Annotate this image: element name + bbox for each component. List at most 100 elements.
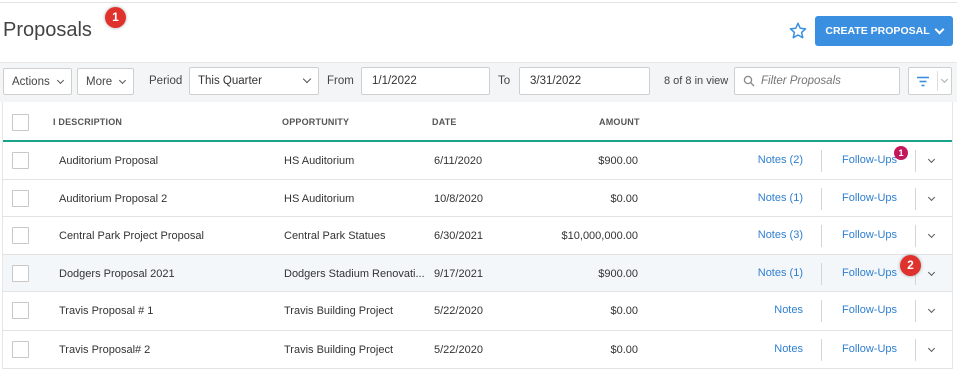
filter-button[interactable]: [908, 67, 952, 95]
follow-ups-link[interactable]: Follow-Ups: [842, 343, 897, 355]
chevron-down-icon[interactable]: [927, 230, 936, 239]
table-row[interactable]: Auditorium Proposal HS Auditorium 6/11/202…: [3, 142, 952, 180]
table-row[interactable]: Dodgers Proposal 2021 Dodgers Stadium Ren…: [3, 255, 952, 292]
cell-amount: $900.00: [598, 155, 638, 167]
cell-opportunity[interactable]: Travis Building Project: [284, 344, 393, 356]
table-row[interactable]: Travis Proposal # 1 Travis Building Proje…: [3, 292, 952, 331]
chevron-down-icon[interactable]: [927, 155, 936, 164]
to-date-input[interactable]: 3/31/2022: [519, 67, 650, 95]
column-divider: [821, 339, 822, 361]
cell-amount: $10,000,000.00: [561, 230, 638, 242]
column-header-description[interactable]: I DESCRIPTION: [53, 117, 122, 127]
from-label: From: [327, 75, 354, 87]
search-icon: [743, 75, 755, 87]
row-checkbox[interactable]: [12, 227, 29, 244]
cell-description[interactable]: Central Park Project Proposal: [59, 230, 204, 242]
follow-ups-link[interactable]: Follow-Ups: [842, 154, 897, 166]
filter-icon: [917, 76, 929, 87]
cell-opportunity[interactable]: Travis Building Project: [284, 305, 393, 317]
filter-proposals-field[interactable]: [734, 67, 900, 95]
actions-dropdown[interactable]: Actions: [3, 68, 72, 95]
notes-link[interactable]: Notes: [743, 304, 803, 316]
cell-date: 9/17/2021: [434, 268, 483, 280]
column-header-date[interactable]: DATE: [432, 117, 457, 127]
chevron-down-icon: [56, 76, 64, 84]
column-divider: [915, 300, 916, 322]
column-divider: [821, 188, 822, 210]
column-divider: [821, 300, 822, 322]
period-select[interactable]: This Quarter: [189, 67, 319, 95]
star-icon[interactable]: [788, 21, 808, 41]
cell-date: 6/30/2021: [434, 230, 483, 242]
chevron-down-icon[interactable]: [940, 75, 949, 84]
column-divider: [821, 225, 822, 247]
cell-amount: $0.00: [610, 344, 638, 356]
follow-ups-link[interactable]: Follow-Ups: [842, 304, 897, 316]
cell-opportunity[interactable]: Central Park Statues: [284, 230, 386, 242]
follow-ups-link[interactable]: Follow-Ups: [842, 192, 897, 204]
row-checkbox[interactable]: [12, 265, 29, 282]
more-dropdown[interactable]: More: [77, 68, 135, 95]
more-label: More: [86, 75, 113, 88]
cell-date: 5/22/2020: [434, 344, 483, 356]
row-checkbox[interactable]: [12, 152, 29, 169]
notes-link[interactable]: Notes: [743, 343, 803, 355]
create-proposal-button[interactable]: CREATE PROPOSAL: [815, 16, 953, 46]
cell-description[interactable]: Dodgers Proposal 2021: [59, 268, 175, 280]
table-row[interactable]: Auditorium Proposal 2 HS Auditorium 10/8/2…: [3, 180, 952, 217]
cell-description[interactable]: Travis Proposal# 2: [59, 344, 150, 356]
notes-link[interactable]: Notes (3): [743, 229, 803, 241]
filter-divider: [937, 71, 938, 91]
column-header-amount[interactable]: AMOUNT: [599, 117, 640, 127]
cell-date: 6/11/2020: [434, 155, 483, 167]
table-body: Auditorium Proposal HS Auditorium 6/11/202…: [3, 142, 952, 369]
column-header-opportunity[interactable]: OPPORTUNITY: [282, 117, 349, 127]
period-label: Period: [149, 75, 183, 87]
select-all-checkbox[interactable]: [12, 114, 29, 131]
column-divider: [915, 150, 916, 172]
cell-amount: $0.00: [610, 193, 638, 205]
to-date-value: 3/31/2022: [530, 75, 582, 87]
column-divider: [821, 263, 822, 285]
column-divider: [915, 225, 916, 247]
cell-date: 10/8/2020: [434, 193, 483, 205]
column-divider: [915, 339, 916, 361]
chevron-down-icon[interactable]: [927, 268, 936, 277]
chevron-down-icon: [119, 76, 127, 84]
annotation-badge-1: 1: [105, 7, 126, 28]
page-title: Proposals: [3, 19, 92, 41]
row-checkbox[interactable]: [12, 341, 29, 358]
period-value: This Quarter: [198, 75, 262, 87]
row-checkbox[interactable]: [12, 302, 29, 319]
cell-date: 5/22/2020: [434, 305, 483, 317]
cell-opportunity[interactable]: Dodgers Stadium Renovati...: [284, 268, 425, 280]
chevron-down-icon: [934, 24, 945, 34]
from-date-value: 1/1/2022: [372, 75, 417, 87]
cell-amount: $0.00: [610, 305, 638, 317]
to-label: To: [498, 75, 511, 87]
cell-opportunity[interactable]: HS Auditorium: [284, 155, 354, 167]
cell-amount: $900.00: [598, 268, 638, 280]
follow-ups-link[interactable]: Follow-Ups: [842, 229, 897, 241]
row-checkbox[interactable]: [12, 190, 29, 207]
cell-description[interactable]: Auditorium Proposal 2: [59, 193, 167, 205]
annotation-badge-2: 2: [900, 255, 921, 276]
notes-link[interactable]: Notes (2): [743, 154, 803, 166]
notes-link[interactable]: Notes (1): [743, 192, 803, 204]
table-header: I DESCRIPTION OPPORTUNITY DATE AMOUNT: [3, 102, 952, 142]
follow-ups-link[interactable]: Follow-Ups: [842, 267, 897, 279]
column-divider: [821, 150, 822, 172]
chevron-down-icon[interactable]: [927, 344, 936, 353]
from-date-input[interactable]: 1/1/2022: [361, 67, 490, 95]
top-divider: [0, 2, 957, 3]
table-row[interactable]: Travis Proposal# 2 Travis Building Projec…: [3, 331, 952, 369]
chevron-down-icon[interactable]: [927, 193, 936, 202]
cell-description[interactable]: Auditorium Proposal: [59, 155, 158, 167]
chevron-down-icon[interactable]: [927, 305, 936, 314]
table-row[interactable]: Central Park Project Proposal Central Par…: [3, 217, 952, 255]
notes-link[interactable]: Notes (1): [743, 267, 803, 279]
actions-label: Actions: [12, 75, 50, 88]
filter-proposals-input[interactable]: [761, 75, 891, 87]
cell-opportunity[interactable]: HS Auditorium: [284, 193, 354, 205]
cell-description[interactable]: Travis Proposal # 1: [59, 305, 153, 317]
